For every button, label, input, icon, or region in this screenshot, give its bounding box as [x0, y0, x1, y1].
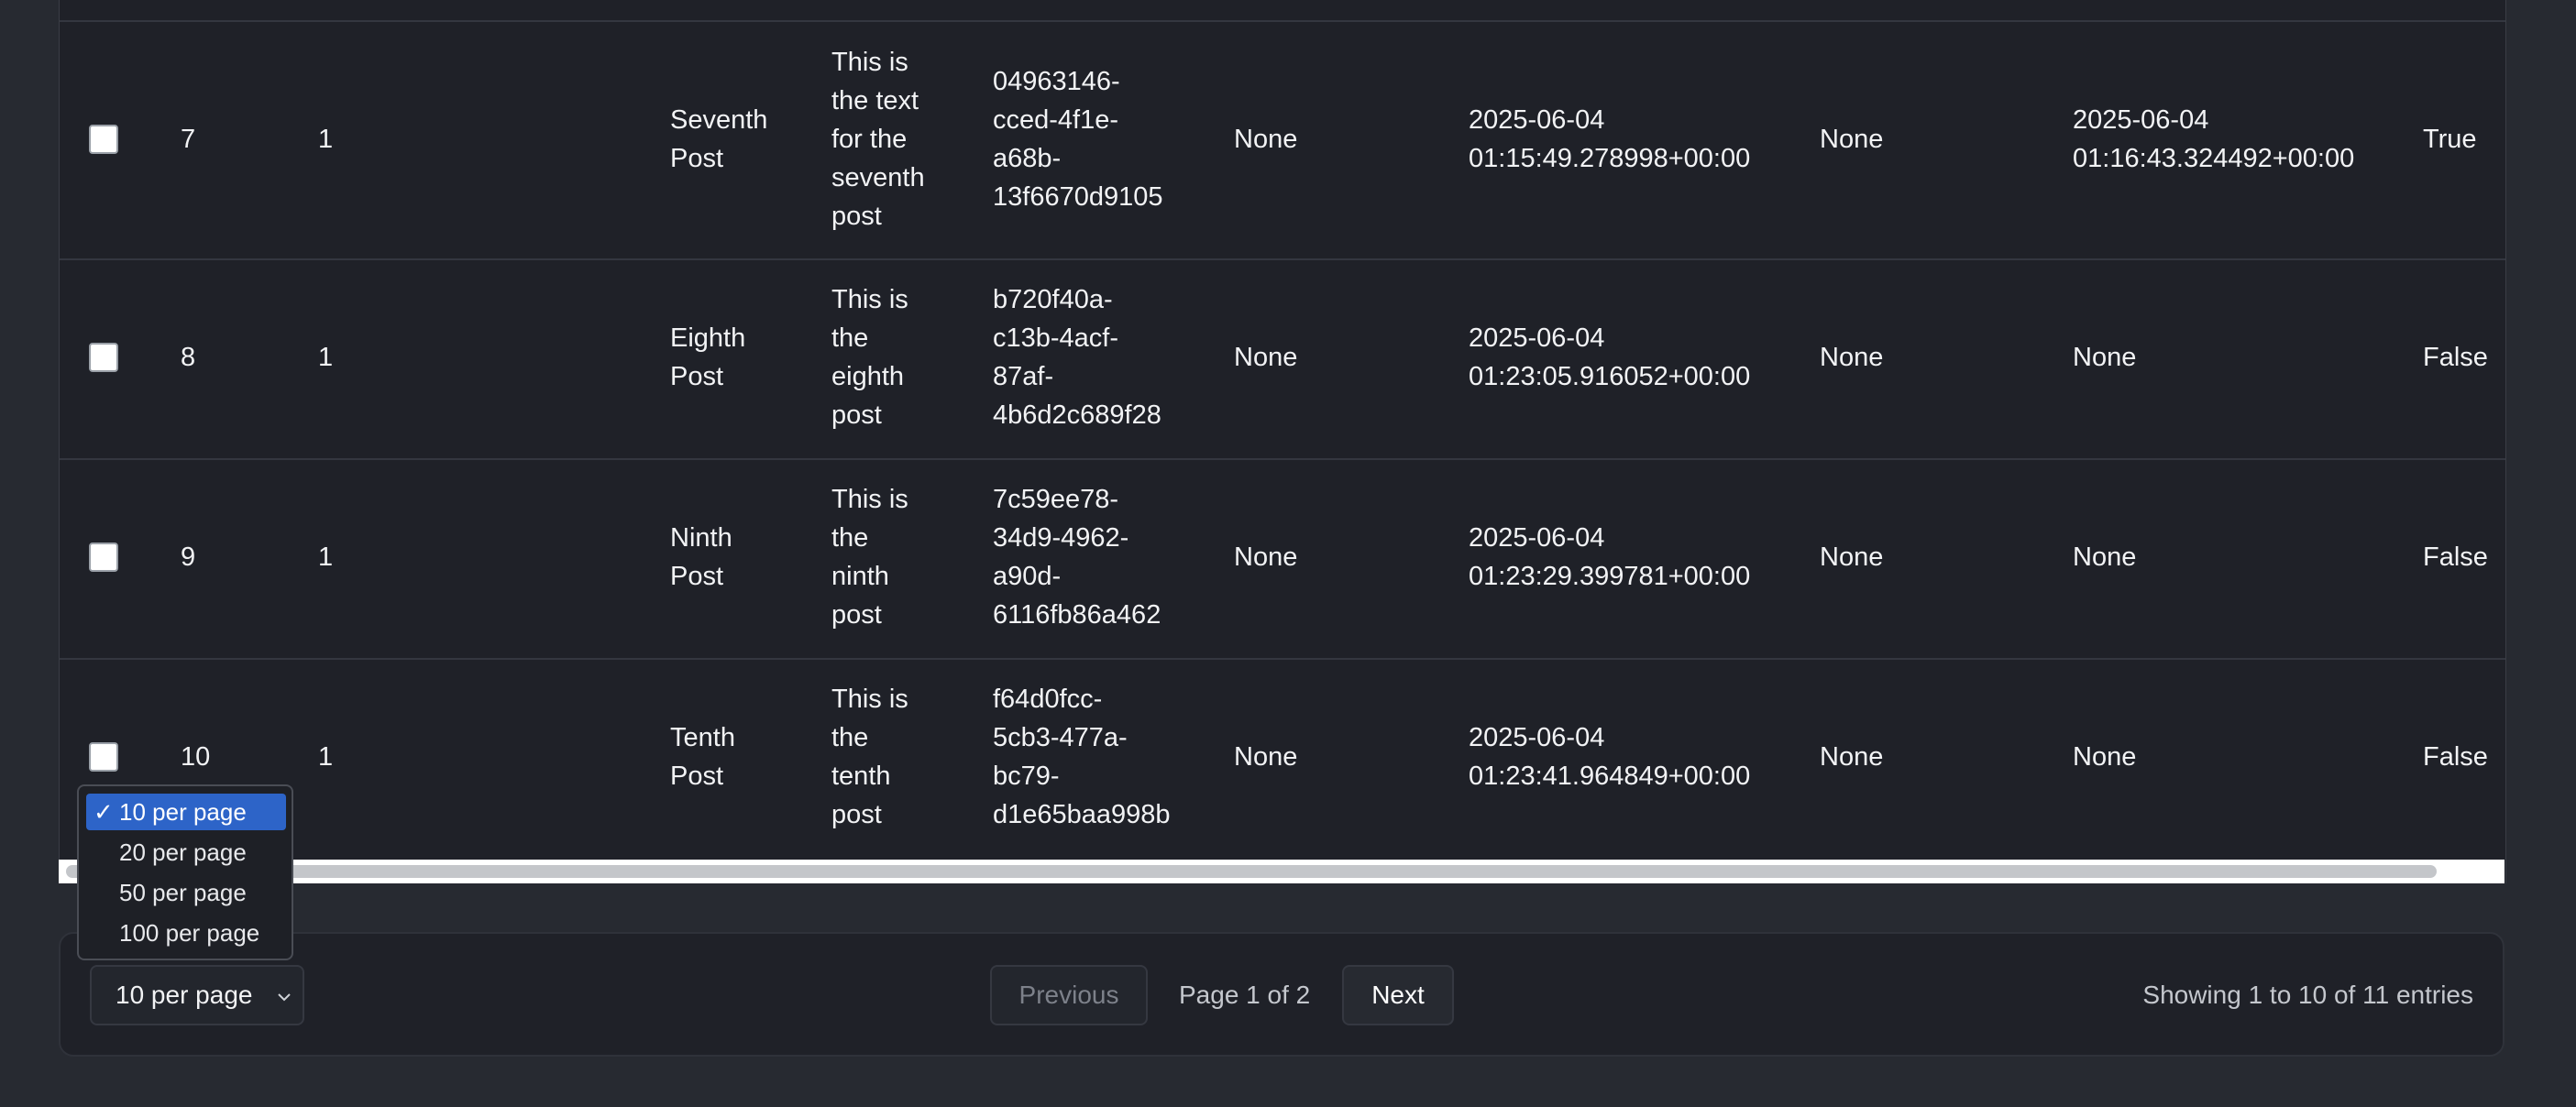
table-row-partial: [60, 0, 2505, 22]
table-row: 7 1 Seventh Post This is the text for th…: [60, 20, 2505, 260]
horizontal-scrollbar[interactable]: [59, 860, 2504, 883]
cell-user: 1: [318, 742, 334, 772]
cell-title: Seventh Post: [670, 105, 768, 173]
cell-flag: False: [2423, 543, 2488, 572]
cell-uuid: f64d0fcc- 5cb3-477a- bc79- d1e65baa998b: [993, 685, 1171, 829]
option-label: 100 per page: [119, 919, 260, 947]
cell-none: None: [1820, 343, 1884, 372]
option-label: 20 per page: [119, 838, 247, 866]
cell-none: None: [1234, 125, 1298, 154]
cell-updated: 2025-06-04 01:16:43.324492+00:00: [2073, 105, 2355, 173]
check-icon: ✓: [94, 798, 114, 826]
cell-id: 8: [181, 343, 196, 372]
data-table: 7 1 Seventh Post This is the text for th…: [59, 0, 2506, 883]
cell-none: None: [1820, 543, 1884, 572]
table-row: 10 1 Tenth Post This is the tenth post f…: [60, 660, 2505, 860]
cell-id: 7: [181, 125, 196, 154]
entries-info: Showing 1 to 10 of 11 entries: [2142, 981, 2473, 1009]
cell-body: This is the eighth post: [831, 285, 908, 430]
cell-body: This is the text for the seventh post: [831, 48, 925, 231]
row-checkbox[interactable]: [89, 343, 118, 372]
cell-none: None: [1234, 742, 1298, 772]
table-row: 9 1 Ninth Post This is the ninth post 7c…: [60, 460, 2505, 660]
chevron-down-icon: [278, 993, 291, 1002]
per-page-option-50[interactable]: 50 per page: [86, 874, 286, 911]
table-row: 8 1 Eighth Post This is the eighth post …: [60, 260, 2505, 460]
cell-uuid: 04963146- cced-4f1e- a68b- 13f6670d9105: [993, 67, 1163, 212]
cell-body: This is the tenth post: [831, 685, 908, 829]
cell-title: Eighth Post: [670, 323, 746, 391]
cell-updated: None: [2073, 543, 2137, 572]
pagination-bar: 10 per page Previous Page 1 of 2 Next Sh…: [59, 932, 2504, 1057]
cell-body: This is the ninth post: [831, 485, 908, 630]
cell-updated: None: [2073, 343, 2137, 372]
cell-created: 2025-06-04 01:23:41.964849+00:00: [1469, 723, 1751, 791]
cell-none: None: [1234, 543, 1298, 572]
option-label: 10 per page: [119, 798, 247, 826]
per-page-select[interactable]: 10 per page: [90, 965, 304, 1025]
row-checkbox[interactable]: [89, 543, 118, 572]
page-info: Page 1 of 2: [1179, 981, 1311, 1009]
scrollbar-thumb[interactable]: [66, 865, 2437, 878]
cell-flag: False: [2423, 343, 2488, 372]
cell-id: 9: [181, 543, 196, 572]
per-page-option-20[interactable]: 20 per page: [86, 834, 286, 871]
cell-none: None: [1234, 343, 1298, 372]
cell-flag: False: [2423, 742, 2488, 772]
option-label: 50 per page: [119, 879, 247, 906]
cell-created: 2025-06-04 01:23:05.916052+00:00: [1469, 323, 1751, 391]
cell-flag: True: [2423, 125, 2477, 154]
cell-uuid: b720f40a- c13b-4acf- 87af- 4b6d2c689f28: [993, 285, 1161, 430]
cell-updated: None: [2073, 742, 2137, 772]
row-checkbox[interactable]: [89, 742, 118, 772]
cell-uuid: 7c59ee78- 34d9-4962- a90d- 6116fb86a462: [993, 485, 1161, 630]
per-page-value: 10 per page: [116, 981, 253, 1009]
cell-created: 2025-06-04 01:23:29.399781+00:00: [1469, 523, 1751, 591]
row-checkbox[interactable]: [89, 125, 118, 154]
cell-user: 1: [318, 543, 334, 572]
per-page-dropdown: ✓ 10 per page 20 per page 50 per page 10…: [77, 784, 293, 960]
per-page-option-10[interactable]: ✓ 10 per page: [86, 794, 286, 830]
cell-created: 2025-06-04 01:15:49.278998+00:00: [1469, 105, 1751, 173]
cell-id: 10: [181, 742, 211, 772]
cell-none: None: [1820, 742, 1884, 772]
cell-title: Tenth Post: [670, 723, 735, 791]
cell-user: 1: [318, 125, 334, 154]
per-page-option-100[interactable]: 100 per page: [86, 915, 286, 951]
previous-button[interactable]: Previous: [990, 965, 1148, 1025]
cell-user: 1: [318, 343, 334, 372]
cell-none: None: [1820, 125, 1884, 154]
cell-title: Ninth Post: [670, 523, 732, 591]
next-button[interactable]: Next: [1342, 965, 1454, 1025]
